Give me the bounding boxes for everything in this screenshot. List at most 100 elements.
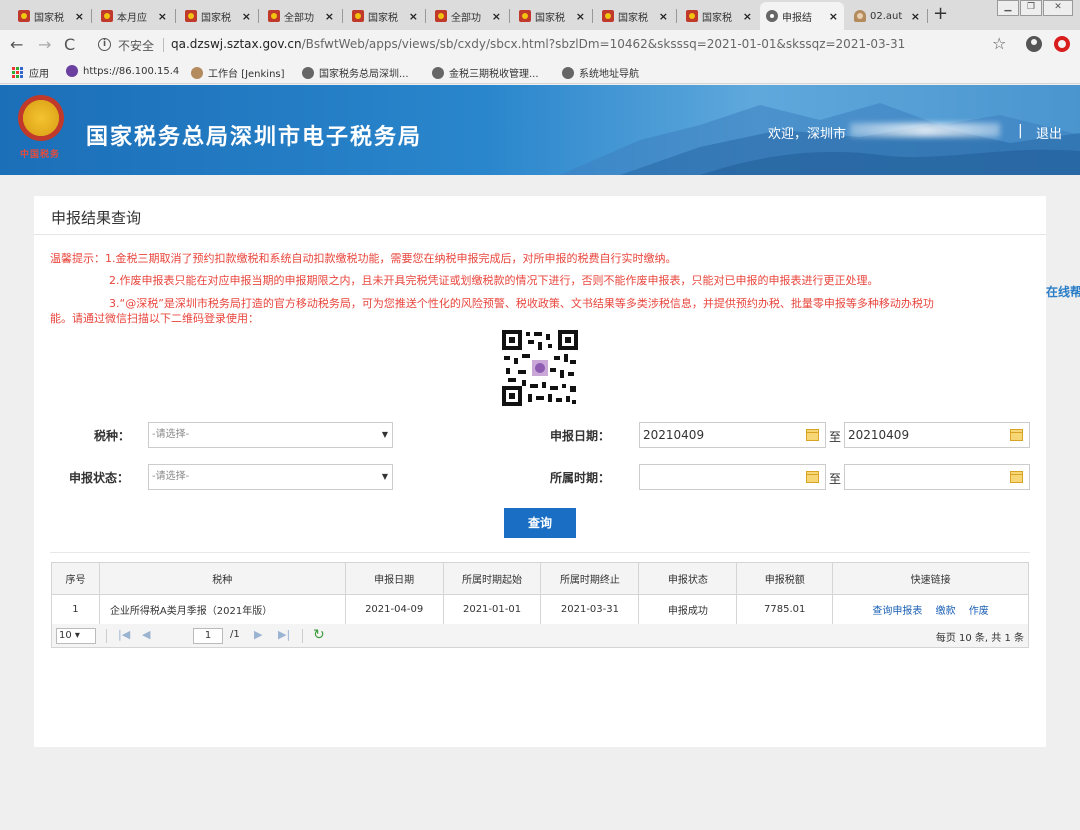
- tab-title: 本月应: [117, 12, 147, 24]
- next-page-icon[interactable]: ▶: [254, 628, 262, 641]
- calendar-icon[interactable]: [1010, 471, 1023, 483]
- account-icon[interactable]: [1026, 36, 1042, 52]
- refresh-icon[interactable]: ↻: [313, 627, 325, 643]
- site-banner: 中国税务 国家税务总局深圳市电子税务局 欢迎，深圳市 | 退出: [0, 85, 1080, 175]
- date-to-input[interactable]: 20210409: [844, 422, 1030, 448]
- minimize-icon[interactable]: ▁: [997, 0, 1019, 16]
- browser-tab[interactable]: 02.aut ×: [848, 4, 926, 28]
- void-link[interactable]: 作废: [969, 606, 989, 617]
- close-icon[interactable]: ×: [75, 10, 84, 23]
- page-size-select[interactable]: 10 ▾: [56, 628, 96, 644]
- online-help-tab[interactable]: 在线帮: [1046, 283, 1080, 300]
- close-icon[interactable]: ×: [409, 10, 418, 23]
- close-icon[interactable]: ×: [242, 10, 251, 23]
- bookmark-apps[interactable]: 应用: [12, 65, 49, 80]
- tab-title: 国家税: [702, 12, 732, 24]
- insecure-label[interactable]: 不安全: [118, 37, 154, 54]
- prev-page-icon[interactable]: ◀: [142, 628, 150, 641]
- period-from-input[interactable]: [639, 464, 826, 490]
- bookmark-item[interactable]: 工作台 [Jenkins]: [191, 65, 285, 80]
- chevron-down-icon: ▼: [381, 430, 388, 439]
- column-header: 申报税额: [736, 562, 834, 595]
- row-quick-links: 查询申报表 缴款 作废: [832, 594, 1029, 625]
- close-icon[interactable]: ×: [325, 10, 334, 23]
- page-number-input[interactable]: 1: [193, 628, 223, 644]
- browser-tab[interactable]: 全部功 ×: [262, 4, 340, 28]
- emblem-caption: 中国税务: [20, 150, 61, 160]
- bookmark-label: 工作台 [Jenkins]: [208, 69, 285, 80]
- calendar-icon[interactable]: [1010, 429, 1023, 441]
- bookmark-label: 系统地址导航: [579, 69, 639, 80]
- back-icon[interactable]: ←: [10, 35, 23, 54]
- last-page-icon[interactable]: ▶|: [278, 628, 290, 641]
- close-window-icon[interactable]: ✕: [1043, 0, 1073, 16]
- person-icon: [854, 10, 866, 22]
- tax-emblem-icon: [18, 95, 64, 141]
- close-icon[interactable]: ×: [911, 10, 920, 23]
- date-from-value: 20210409: [643, 428, 705, 442]
- address-toolbar: ← → C i 不安全 qa.dzswj.sztax.gov.cn/BsfwtW…: [0, 30, 1080, 60]
- url-path: /BsfwtWeb/apps/views/sb/cxdy/sbcx.html?s…: [301, 37, 906, 51]
- tax-type-select[interactable]: -请选择- ▼: [148, 422, 393, 448]
- first-page-icon[interactable]: |◀: [118, 628, 130, 641]
- tab-title: 国家税: [34, 12, 64, 24]
- browser-tab[interactable]: 国家税 ×: [12, 4, 90, 28]
- address-bar[interactable]: qa.dzswj.sztax.gov.cn/BsfwtWeb/apps/view…: [171, 37, 905, 51]
- bookmark-star-icon[interactable]: ☆: [992, 34, 1006, 53]
- total-pages: /1: [230, 629, 240, 640]
- extension-icon[interactable]: [1054, 36, 1070, 52]
- results-table: 序号 税种 申报日期 所属时期起始 所属时期终止 申报状态 申报税额 快速链接 …: [51, 562, 1029, 625]
- close-icon[interactable]: ×: [158, 10, 167, 23]
- browser-tab[interactable]: 国家税 ×: [179, 4, 257, 28]
- pay-link[interactable]: 缴款: [936, 606, 956, 617]
- reload-icon[interactable]: C: [64, 35, 75, 54]
- bookmark-item[interactable]: 国家税务总局深圳...: [302, 65, 409, 80]
- row-period-end: 2021-03-31: [540, 594, 640, 625]
- notice-line: 3.“@深税”是深圳市税务局打造的官方移动税务局，可为您推送个性化的风险预警、税…: [109, 297, 934, 310]
- close-icon[interactable]: ×: [829, 10, 838, 23]
- browser-tab[interactable]: 国家税 ×: [513, 4, 591, 28]
- bookmark-item[interactable]: 系统地址导航: [562, 65, 639, 80]
- url-host: qa.dzswj.sztax.gov.cn: [171, 37, 302, 51]
- tab-title: 02.aut: [870, 10, 903, 22]
- calendar-icon[interactable]: [806, 429, 819, 441]
- forward-icon[interactable]: →: [38, 35, 51, 54]
- browser-tab[interactable]: 全部功 ×: [429, 4, 507, 28]
- tab-title: 申报结: [782, 12, 812, 24]
- browser-tab-active[interactable]: 申报结 ×: [760, 2, 844, 30]
- row-index: 1: [51, 594, 100, 625]
- query-button[interactable]: 查询: [504, 508, 576, 538]
- redacted-username: [850, 123, 1000, 137]
- browser-tab[interactable]: 国家税 ×: [596, 4, 674, 28]
- purple-globe-icon: [66, 65, 78, 77]
- close-icon[interactable]: ×: [492, 10, 501, 23]
- tax-emblem-icon: [18, 10, 30, 22]
- bookmark-item[interactable]: 金税三期税收管理...: [432, 65, 539, 80]
- new-tab-button[interactable]: +: [933, 3, 948, 24]
- logout-link[interactable]: 退出: [1036, 123, 1062, 142]
- close-icon[interactable]: ×: [576, 10, 585, 23]
- date-from-input[interactable]: 20210409: [639, 422, 826, 448]
- close-icon[interactable]: ×: [659, 10, 668, 23]
- page-title: 申报结果查询: [51, 209, 142, 227]
- calendar-icon[interactable]: [806, 471, 819, 483]
- column-header: 快速链接: [832, 562, 1029, 595]
- status-select[interactable]: -请选择- ▼: [148, 464, 393, 490]
- view-declaration-link[interactable]: 查询申报表: [872, 606, 922, 617]
- column-header: 所属时期终止: [540, 562, 640, 595]
- info-icon[interactable]: i: [98, 38, 111, 51]
- column-header: 申报日期: [344, 562, 444, 595]
- browser-tab[interactable]: 国家税 ×: [346, 4, 424, 28]
- tax-emblem-icon: [435, 10, 447, 22]
- row-period-start: 2021-01-01: [442, 594, 542, 625]
- restore-icon[interactable]: ❐: [1020, 0, 1042, 16]
- status-label: 申报状态：: [69, 471, 130, 485]
- bookmark-item[interactable]: https://86.100.15.4: [66, 65, 179, 77]
- browser-tab[interactable]: 国家税 ×: [680, 4, 758, 28]
- close-icon[interactable]: ×: [743, 10, 752, 23]
- browser-tab[interactable]: 本月应 ×: [95, 4, 173, 28]
- page-size-value: 10: [59, 630, 72, 641]
- tax-emblem-icon: [519, 10, 531, 22]
- period-to-input[interactable]: [844, 464, 1030, 490]
- apps-icon: [12, 66, 24, 79]
